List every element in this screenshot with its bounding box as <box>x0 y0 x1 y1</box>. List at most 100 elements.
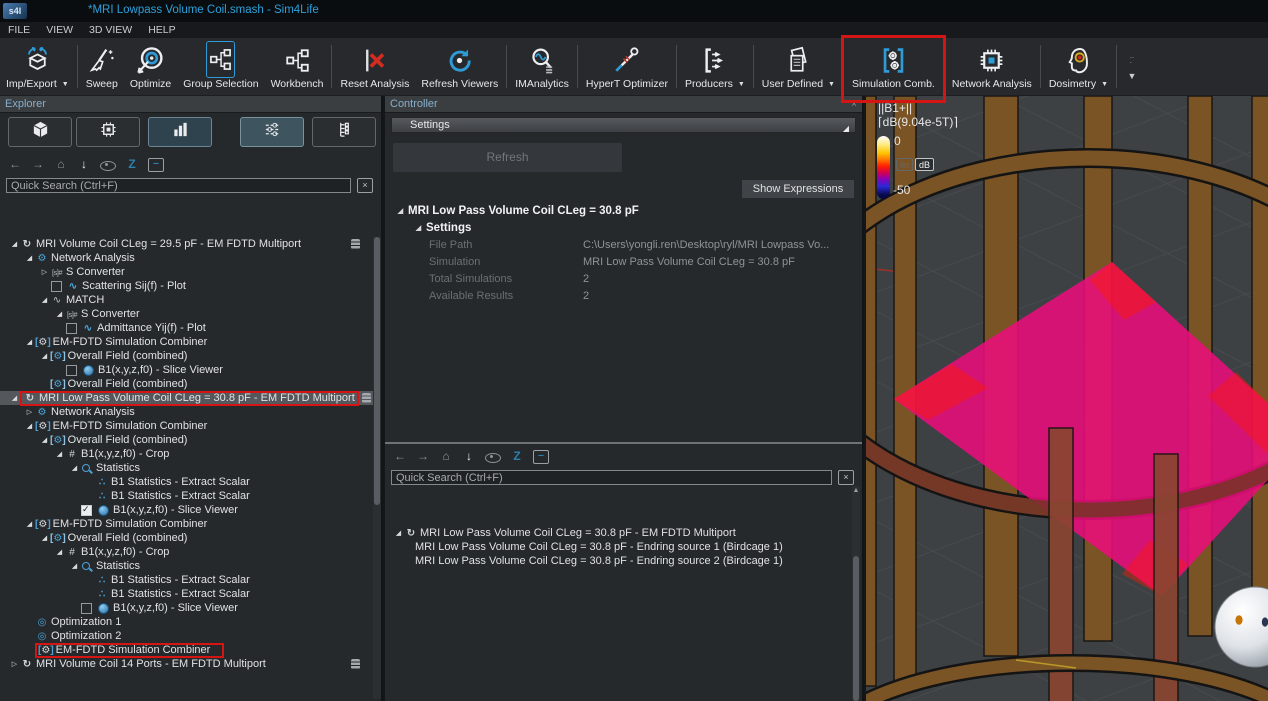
visibility-icon[interactable] <box>485 453 501 463</box>
explorer-tree-row[interactable]: ◎Optimization 1 <box>0 615 374 629</box>
checkbox-unchecked[interactable] <box>66 365 77 376</box>
toolbar-button-group-selection[interactable]: Group Selection <box>177 38 264 95</box>
expander-open-icon[interactable]: ◢ <box>39 534 50 542</box>
explorer-tree-row[interactable]: ◢[⚙]Overall Field (combined) <box>0 531 374 545</box>
toolbar-button-producers[interactable]: Producers▼ <box>679 38 751 95</box>
controller-splitter[interactable] <box>385 442 862 444</box>
controller-close-icon[interactable]: × <box>851 96 857 113</box>
explorer-tree-row[interactable]: ◢#B1(x,y,z,f0) - Crop <box>0 447 374 461</box>
expander-open-icon[interactable]: ◢ <box>54 450 65 458</box>
expander-open-icon[interactable]: ◢ <box>39 352 50 360</box>
forward-icon[interactable]: → <box>31 157 45 171</box>
expander-open-icon[interactable]: ◢ <box>9 394 20 402</box>
show-expressions-button[interactable]: Show Expressions <box>742 180 854 198</box>
expander-open-icon[interactable]: ◢ <box>393 529 404 537</box>
explorer-tab-model-cube[interactable] <box>8 117 72 147</box>
explorer-tree-row[interactable]: ▷⚙Network Analysis <box>0 405 374 419</box>
explorer-tab-tree-view[interactable] <box>312 117 376 147</box>
explorer-tree-row[interactable]: ◢Statistics <box>0 559 374 573</box>
controller-scrollbar[interactable]: ▲ <box>852 486 860 701</box>
toolbar-button-workbench[interactable]: Workbench <box>265 38 330 95</box>
settings-tree-settings-node[interactable]: ◢ Settings <box>385 219 852 236</box>
explorer-tree-row[interactable]: [⚙]EM-FDTD Simulation Combiner <box>0 643 374 657</box>
checkbox-unchecked[interactable] <box>81 603 92 614</box>
checkbox-checked[interactable] <box>81 505 92 516</box>
back-icon[interactable]: ← <box>8 157 22 171</box>
toolbar-button-simulation-comb[interactable]: Simulation Comb. <box>846 38 941 95</box>
explorer-tree-row[interactable]: ◢[⚙]EM-FDTD Simulation Combiner <box>0 335 374 349</box>
explorer-tree-row[interactable]: ◢⚙Network Analysis <box>0 251 374 265</box>
toolbar-button-reset-analysis[interactable]: Reset Analysis <box>334 38 415 95</box>
toolbar-button-optimize[interactable]: Optimize <box>124 38 177 95</box>
expander-open-icon[interactable]: ◢ <box>24 520 35 528</box>
explorer-tree-row[interactable]: ∴B1 Statistics - Extract Scalar <box>0 573 374 587</box>
toolbar-button-sweep[interactable]: Sweep <box>80 38 124 95</box>
dropdown-arrow-icon[interactable]: ▼ <box>1101 81 1108 88</box>
explorer-tree-row[interactable]: B1(x,y,z,f0) - Slice Viewer <box>0 503 374 517</box>
db-scale-button[interactable]: dB <box>915 158 934 171</box>
home-icon[interactable]: ⌂ <box>439 449 453 463</box>
linear-scale-button[interactable]: lin <box>896 158 913 171</box>
explorer-tree-row[interactable]: ◢Statistics <box>0 461 374 475</box>
menu-item-file[interactable]: FILE <box>8 24 30 36</box>
checkbox-unchecked[interactable] <box>51 281 62 292</box>
toolbar-button-imanalytics[interactable]: IMAnalytics <box>509 38 575 95</box>
checkbox-unchecked[interactable] <box>66 323 77 334</box>
explorer-tree-row[interactable]: ▷[s]#S Converter <box>0 265 374 279</box>
explorer-tree-row[interactable]: ◢[⚙]EM-FDTD Simulation Combiner <box>0 419 374 433</box>
explorer-tree-row[interactable]: ◢∿MATCH <box>0 293 374 307</box>
explorer-tree-row[interactable]: ∴B1 Statistics - Extract Scalar <box>0 489 374 503</box>
zoom-z-icon[interactable]: Z <box>510 449 524 463</box>
expander-open-icon[interactable]: ◢ <box>39 436 50 444</box>
home-icon[interactable]: ⌂ <box>54 157 68 171</box>
explorer-search-input[interactable] <box>6 178 351 193</box>
explorer-tree-row[interactable]: B1(x,y,z,f0) - Slice Viewer <box>0 363 374 377</box>
explorer-tree-row[interactable]: ◢↻MRI Volume Coil CLeg = 29.5 pF - EM FD… <box>0 237 374 251</box>
visibility-icon[interactable] <box>100 161 116 171</box>
expander-open-icon[interactable]: ◢ <box>24 422 35 430</box>
explorer-tree-row[interactable]: B1(x,y,z,f0) - Slice Viewer <box>0 601 374 615</box>
expander-open-icon[interactable]: ◢ <box>54 310 65 318</box>
simulation-list-row[interactable]: MRI Low Pass Volume Coil CLeg = 30.8 pF … <box>385 540 840 554</box>
3d-viewport[interactable]: ||B1+||⌈dB(9.04e-5T)⌉ 0 -50 lin dB <box>866 96 1268 701</box>
expander-open-icon[interactable]: ◢ <box>69 464 80 472</box>
expander-closed-icon[interactable]: ▷ <box>9 660 20 668</box>
explorer-tab-analysis-chart[interactable] <box>148 117 212 147</box>
expander-open-icon[interactable]: ◢ <box>69 562 80 570</box>
expander-open-icon[interactable]: ◢ <box>54 548 65 556</box>
simulation-list-row[interactable]: MRI Low Pass Volume Coil CLeg = 30.8 pF … <box>385 554 840 568</box>
toolbar-button-imp-export[interactable]: Imp/Export▼ <box>0 38 75 95</box>
collapse-all-icon[interactable]: − <box>148 158 164 172</box>
explorer-tab-simulation-chip[interactable] <box>76 117 140 147</box>
menu-item-3d-view[interactable]: 3D VIEW <box>89 24 132 36</box>
expander-open-icon[interactable]: ◢ <box>9 240 20 248</box>
expander-open-icon[interactable]: ◢ <box>24 254 35 262</box>
controller-search-input[interactable] <box>391 470 832 485</box>
explorer-tree-row[interactable]: ◢[⚙]EM-FDTD Simulation Combiner <box>0 517 374 531</box>
expander-closed-icon[interactable]: ▷ <box>39 268 50 276</box>
simulation-list-row[interactable]: ◢↻MRI Low Pass Volume Coil CLeg = 30.8 p… <box>385 526 840 540</box>
explorer-tree-row[interactable]: ◢[⚙]Overall Field (combined) <box>0 433 374 447</box>
move-down-icon[interactable]: ↓ <box>462 449 476 463</box>
toolbar-overflow-button[interactable]: ...▼ <box>1119 38 1145 95</box>
explorer-tree-row[interactable]: ∿Scattering Sij(f) - Plot <box>0 279 374 293</box>
explorer-tree-row[interactable]: ∴B1 Statistics - Extract Scalar <box>0 475 374 489</box>
forward-icon[interactable]: → <box>416 449 430 463</box>
controller-settings-bar[interactable]: Settings ◢ <box>391 117 856 133</box>
dropdown-arrow-icon[interactable]: ▼ <box>62 81 69 88</box>
explorer-tree-row[interactable]: ◢#B1(x,y,z,f0) - Crop <box>0 545 374 559</box>
refresh-button[interactable]: Refresh <box>393 143 622 172</box>
explorer-tab-settings-sliders[interactable] <box>240 117 304 147</box>
controller-search-clear-button[interactable]: × <box>838 470 854 485</box>
dropdown-arrow-icon[interactable]: ▼ <box>738 81 745 88</box>
toolbar-button-user-defined[interactable]: User Defined▼ <box>756 38 841 95</box>
expander-open-icon[interactable]: ◢ <box>24 338 35 346</box>
menu-item-view[interactable]: VIEW <box>46 24 73 36</box>
toolbar-button-refresh-viewers[interactable]: Refresh Viewers <box>415 38 504 95</box>
explorer-scrollbar[interactable] <box>373 237 381 699</box>
toolbar-button-hypert-optimizer[interactable]: HyperT Optimizer <box>580 38 674 95</box>
settings-tree-root[interactable]: ◢ MRI Low Pass Volume Coil CLeg = 30.8 p… <box>385 202 852 219</box>
explorer-tree-row[interactable]: [⚙]Overall Field (combined) <box>0 377 374 391</box>
toolbar-button-network-analysis[interactable]: Network Analysis <box>946 38 1038 95</box>
explorer-search-clear-button[interactable]: × <box>357 178 373 193</box>
